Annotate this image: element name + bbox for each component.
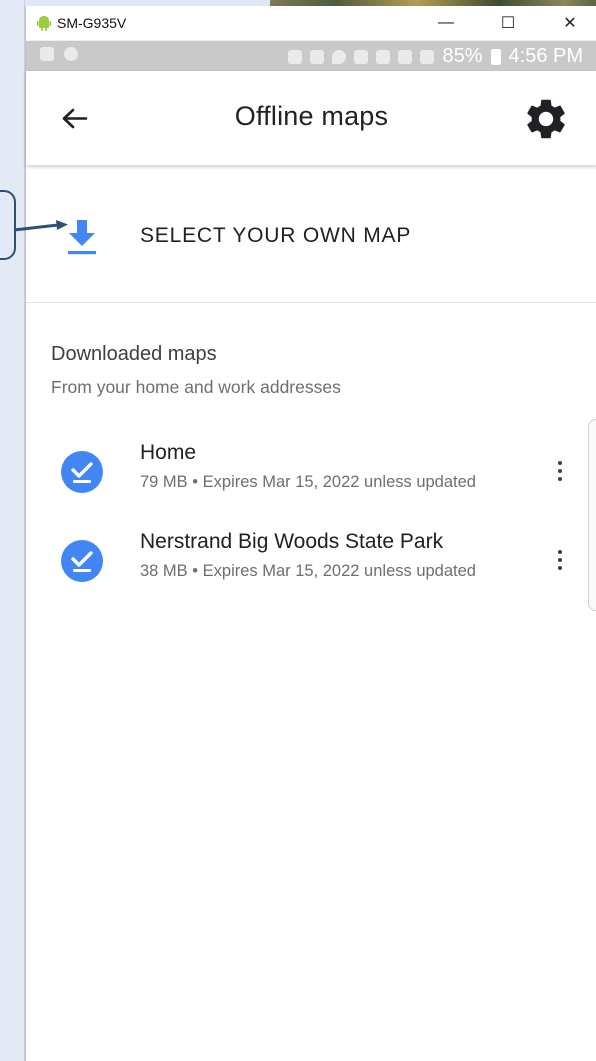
desktop-background-left (0, 0, 25, 1061)
bluetooth-icon (354, 49, 369, 64)
downloaded-maps-heading: Downloaded maps (51, 343, 217, 365)
android-icon (37, 16, 51, 31)
map-name: Home (140, 441, 197, 464)
check-circle-icon (61, 451, 103, 493)
android-status-bar: 85% 4:56 PM (26, 41, 596, 71)
window-title: SM-G935V (57, 15, 127, 31)
check-circle-icon (61, 540, 103, 582)
battery-icon (490, 48, 501, 65)
map-meta: 38 MB • Expires Mar 15, 2022 unless upda… (140, 562, 476, 580)
window-titlebar: SM-G935V — ☐ ✕ (26, 6, 596, 41)
more-vert-icon[interactable] (546, 453, 574, 489)
side-panel-edge[interactable] (588, 419, 596, 611)
app-bar: Offline maps (26, 71, 596, 165)
phone-mirror-window: SM-G935V — ☐ ✕ 85% 4:56 PM Offline maps (25, 6, 596, 1061)
wifi-icon (398, 49, 413, 64)
annotation-arrow-icon (13, 220, 68, 232)
page-title: Offline maps (234, 101, 389, 131)
maximize-button[interactable]: ☐ (488, 6, 528, 40)
select-own-map-label: SELECT YOUR OWN MAP (140, 224, 412, 247)
signal-icon (420, 49, 435, 64)
status-time: 4:56 PM (508, 45, 583, 67)
close-button[interactable]: ✕ (550, 6, 590, 40)
location-icon (332, 49, 347, 64)
mute-icon (376, 49, 391, 64)
map-meta: 79 MB • Expires Mar 15, 2022 unless upda… (140, 473, 476, 491)
notification-icon (40, 47, 54, 61)
more-vert-icon[interactable] (546, 542, 574, 578)
recycle-icon (310, 49, 325, 64)
battery-percent: 85% (442, 45, 483, 67)
map-name: Nerstrand Big Woods State Park (140, 530, 444, 553)
downloaded-maps-subheading: From your home and work addresses (51, 377, 341, 397)
download-icon (68, 220, 96, 255)
minimize-button[interactable]: — (426, 6, 466, 40)
select-own-map-button[interactable]: SELECT YOUR OWN MAP (26, 174, 596, 303)
list-item-home[interactable]: Home 79 MB • Expires Mar 15, 2022 unless… (26, 433, 596, 513)
lock-icon (288, 49, 303, 64)
notification-icon (64, 47, 78, 61)
list-item-nerstrand[interactable]: Nerstrand Big Woods State Park 38 MB • E… (26, 522, 596, 602)
gear-icon[interactable] (522, 95, 570, 143)
status-left-icons (40, 47, 78, 61)
status-right: 85% 4:56 PM (288, 45, 583, 68)
